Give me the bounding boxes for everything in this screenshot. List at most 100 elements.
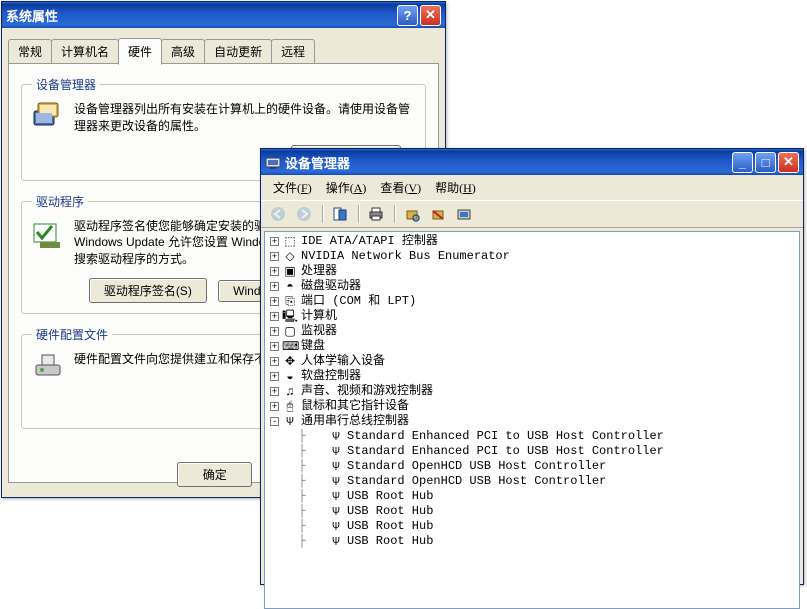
print-button[interactable]	[365, 203, 387, 225]
expand-icon[interactable]: +	[270, 252, 279, 261]
tab-5[interactable]: 远程	[271, 39, 315, 63]
usb-icon: Ψ	[328, 475, 344, 489]
device-manager-icon	[265, 154, 281, 170]
separator	[319, 203, 325, 225]
titlebar[interactable]: 系统属性 ? ✕	[2, 2, 445, 28]
expand-icon[interactable]: +	[270, 237, 279, 246]
group-legend: 驱动程序	[32, 193, 88, 210]
expand-icon[interactable]: +	[270, 312, 279, 321]
tree-connector	[316, 477, 325, 486]
ok-button[interactable]: 确定	[177, 462, 252, 487]
tree-category[interactable]: +◓磁盘驱动器	[265, 279, 799, 294]
tree-category[interactable]: +◇NVIDIA Network Bus Enumerator	[265, 249, 799, 264]
kbd-icon: ⌨	[282, 340, 298, 354]
tab-3[interactable]: 高级	[161, 39, 205, 63]
close-button[interactable]: ✕	[420, 5, 441, 26]
tree-connector	[316, 522, 325, 531]
tree-device[interactable]: ├ ΨUSB Root Hub	[265, 519, 799, 534]
tree-item-label: Standard Enhanced PCI to USB Host Contro…	[347, 444, 664, 459]
expand-icon[interactable]: +	[270, 297, 279, 306]
maximize-button[interactable]: □	[755, 152, 776, 173]
expand-icon[interactable]: +	[270, 372, 279, 381]
toolbar	[261, 200, 803, 228]
expand-icon[interactable]: +	[270, 282, 279, 291]
menu-help[interactable]: 帮助(H)	[429, 177, 482, 198]
close-button[interactable]: ✕	[778, 152, 799, 173]
expand-icon[interactable]: +	[270, 342, 279, 351]
menu-file[interactable]: 文件(F)	[267, 177, 318, 198]
tree-category[interactable]: +✥人体学输入设备	[265, 354, 799, 369]
port-icon: ⎘	[282, 295, 298, 309]
tree-category[interactable]: +⎘端口 (COM 和 LPT)	[265, 294, 799, 309]
tree-item-label: 通用串行总线控制器	[301, 414, 409, 429]
tree-item-label: Standard Enhanced PCI to USB Host Contro…	[347, 429, 664, 444]
tree-item-label: 键盘	[301, 339, 325, 354]
tree-connector	[316, 462, 325, 471]
window-title: 系统属性	[6, 6, 397, 25]
tree-device[interactable]: ├ ΨStandard Enhanced PCI to USB Host Con…	[265, 429, 799, 444]
uninstall-button[interactable]	[427, 203, 449, 225]
tree-category[interactable]: +⬚IDE ATA/ATAPI 控制器	[265, 234, 799, 249]
separator	[391, 203, 397, 225]
tree-category[interactable]: +🖳计算机	[265, 309, 799, 324]
tree-device[interactable]: ├ ΨStandard OpenHCD USB Host Controller	[265, 459, 799, 474]
tree-item-label: 软盘控制器	[301, 369, 361, 384]
tree-category[interactable]: +◒软盘控制器	[265, 369, 799, 384]
mon-icon: ▢	[282, 325, 298, 339]
collapse-icon[interactable]: -	[270, 417, 279, 426]
tree-item-label: 鼠标和其它指针设备	[301, 399, 409, 414]
tree-item-label: USB Root Hub	[347, 489, 433, 504]
usb-icon: Ψ	[328, 520, 344, 534]
tree-category[interactable]: +▢监视器	[265, 324, 799, 339]
expand-icon[interactable]: +	[270, 267, 279, 276]
tree-category[interactable]: +⌨键盘	[265, 339, 799, 354]
expand-icon[interactable]: +	[270, 387, 279, 396]
tab-1[interactable]: 计算机名	[51, 39, 119, 63]
tree-connector	[316, 492, 325, 501]
group-legend: 硬件配置文件	[32, 326, 112, 343]
tree-category[interactable]: +▣处理器	[265, 264, 799, 279]
help-button[interactable]: ?	[397, 5, 418, 26]
hardware-profiles-icon	[32, 351, 64, 383]
back-button[interactable]	[267, 203, 289, 225]
menu-action[interactable]: 操作(A)	[320, 177, 373, 198]
minimize-button[interactable]: _	[732, 152, 753, 173]
tree-category[interactable]: +🖰鼠标和其它指针设备	[265, 399, 799, 414]
properties-button[interactable]	[329, 203, 351, 225]
tree-item-label: USB Root Hub	[347, 519, 433, 534]
ide-icon: ⬚	[282, 235, 298, 249]
expand-icon[interactable]: +	[270, 327, 279, 336]
hid-icon: ✥	[282, 355, 298, 369]
tree-item-label: NVIDIA Network Bus Enumerator	[301, 249, 510, 264]
tree-device[interactable]: ├ ΨUSB Root Hub	[265, 489, 799, 504]
tree-device[interactable]: ├ ΨUSB Root Hub	[265, 504, 799, 519]
expand-icon[interactable]: +	[270, 357, 279, 366]
titlebar[interactable]: 设备管理器 _ □ ✕	[261, 149, 803, 175]
forward-button[interactable]	[293, 203, 315, 225]
tree-device[interactable]: ├ ΨUSB Root Hub	[265, 534, 799, 549]
update-driver-button[interactable]	[453, 203, 475, 225]
mouse-icon: 🖰	[282, 400, 298, 414]
tab-0[interactable]: 常规	[8, 39, 52, 63]
driver-signing-button[interactable]: 驱动程序签名(S)	[89, 278, 207, 303]
group-text: 设备管理器列出所有安装在计算机上的硬件设备。请使用设备管理器来更改设备的属性。	[74, 101, 415, 135]
net-icon: ◇	[282, 250, 298, 264]
scan-hardware-button[interactable]	[401, 203, 423, 225]
tree-connector	[316, 447, 325, 456]
tree-item-label: 人体学输入设备	[301, 354, 385, 369]
tree-category[interactable]: +♫声音、视频和游戏控制器	[265, 384, 799, 399]
tree-item-label: Standard OpenHCD USB Host Controller	[347, 474, 606, 489]
tree-device[interactable]: ├ ΨStandard Enhanced PCI to USB Host Con…	[265, 444, 799, 459]
tree-category[interactable]: -Ψ通用串行总线控制器	[265, 414, 799, 429]
tree-item-label: Standard OpenHCD USB Host Controller	[347, 459, 606, 474]
menu-bar: 文件(F) 操作(A) 查看(V) 帮助(H)	[261, 175, 803, 200]
expand-icon[interactable]: +	[270, 402, 279, 411]
usb-icon: Ψ	[328, 490, 344, 504]
tab-4[interactable]: 自动更新	[204, 39, 272, 63]
tab-2[interactable]: 硬件	[118, 38, 162, 65]
separator	[355, 203, 361, 225]
tree-device[interactable]: ├ ΨStandard OpenHCD USB Host Controller	[265, 474, 799, 489]
tree-item-label: 磁盘驱动器	[301, 279, 361, 294]
device-tree[interactable]: +⬚IDE ATA/ATAPI 控制器+◇NVIDIA Network Bus …	[264, 231, 800, 609]
menu-view[interactable]: 查看(V)	[374, 177, 427, 198]
